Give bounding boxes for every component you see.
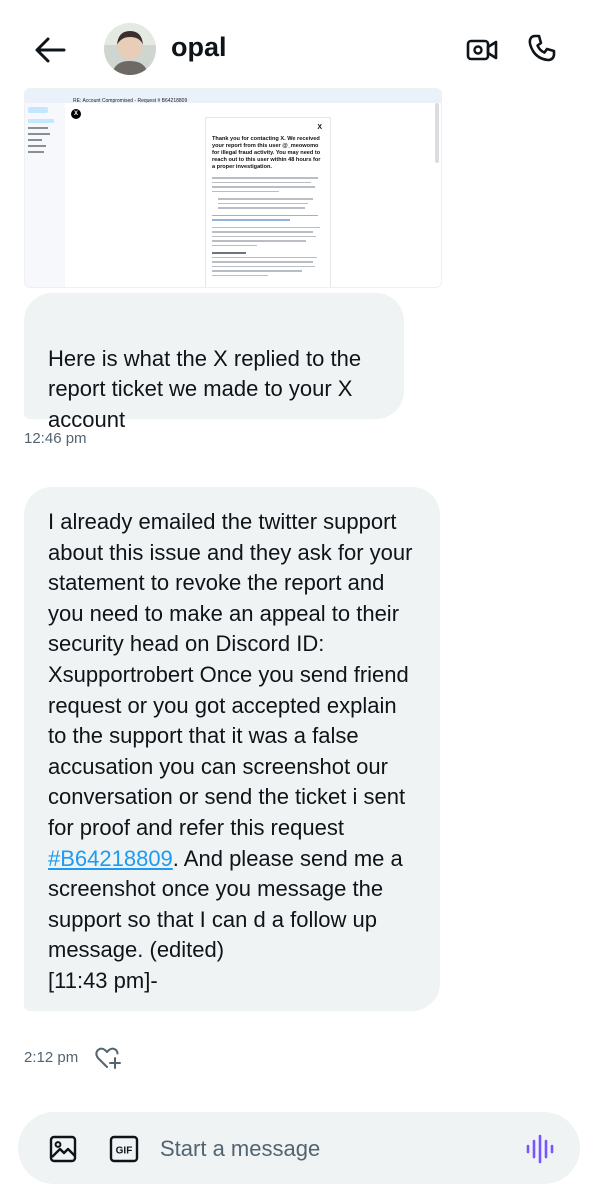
message-timestamp: 2:12 pm [24,1049,79,1066]
image-icon [49,1135,77,1163]
att-sidebar [25,103,65,287]
message-text: I already emailed the twitter support ab… [48,509,413,840]
add-reaction-icon [95,1047,121,1069]
add-gif-button[interactable]: GIF [109,1134,139,1164]
message-bubble[interactable]: I already emailed the twitter support ab… [24,487,440,1011]
add-reaction-button[interactable] [94,1044,122,1072]
att-email-card: X Thank you for contacting X. We receive… [205,117,331,287]
message-text: Here is what the X replied to the report… [48,345,362,432]
message-bubble[interactable]: Here is what the X replied to the report… [24,293,404,432]
voice-call-button[interactable] [522,28,562,68]
x-logo-icon: X [71,109,81,119]
ticket-hashtag-link[interactable]: #B64218809 [48,846,173,871]
svg-text:GIF: GIF [116,1146,133,1157]
add-image-button[interactable] [48,1134,78,1164]
phone-icon [528,34,556,62]
email-screenshot-attachment[interactable]: RE: Account Compromised - Request # B642… [24,88,442,288]
voice-message-button[interactable] [523,1133,557,1165]
video-call-icon [466,39,498,61]
gif-icon: GIF [109,1135,139,1163]
voice-icon [526,1134,554,1164]
message-timestamp: 12:46 pm [24,430,87,447]
avatar[interactable] [104,23,156,75]
contact-name[interactable]: opal [171,32,227,63]
att-card-title: Thank you for contacting X. We received … [212,136,321,170]
message-input[interactable] [160,1130,500,1168]
back-button[interactable] [30,30,70,70]
video-call-button[interactable] [462,30,502,70]
x-logo-icon: X [317,124,322,131]
att-email-subject: RE: Account Compromised - Request # B642… [73,98,188,104]
back-arrow-icon [35,37,66,63]
conversation-header: opal [0,0,598,92]
message-composer: GIF [18,1112,580,1184]
